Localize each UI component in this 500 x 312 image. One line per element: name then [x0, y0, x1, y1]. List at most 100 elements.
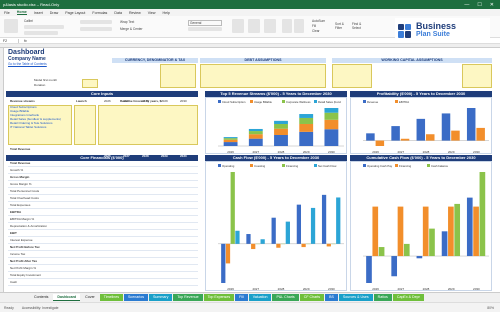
sort-filter-button[interactable]: Sort & Filter [335, 22, 349, 30]
tab-summary[interactable]: Summary [149, 294, 173, 301]
fill-button[interactable]: Fill [312, 24, 316, 28]
clear-button[interactable]: Clear [312, 29, 320, 33]
legend-swatch [363, 100, 366, 103]
menu-view[interactable]: View [148, 11, 156, 15]
row-headers[interactable] [0, 48, 4, 292]
legend-label: Operating [222, 164, 235, 168]
menu-page-layout[interactable]: Page Layout [65, 11, 85, 15]
find-select-button[interactable]: Find & Select [352, 22, 366, 30]
menu-review[interactable]: Review [129, 11, 141, 15]
font-format-buttons[interactable] [24, 25, 64, 29]
close-icon[interactable]: ✕ [490, 2, 494, 8]
tab-p-l-charts[interactable]: P&L Charts [272, 294, 299, 301]
profitability-chart[interactable]: Revenue EBITDA 2026 2027 2028 2029 2030 [350, 97, 492, 154]
number-format-select[interactable]: General [188, 20, 222, 26]
x-tick-label: 2030 [328, 287, 335, 291]
model-dates-inputs[interactable] [82, 79, 98, 88]
bar [223, 139, 238, 143]
bar [422, 206, 429, 257]
forecast-year-header: 2026 [104, 99, 111, 103]
menu-file[interactable]: File [4, 11, 10, 15]
fin-row-divider [8, 194, 198, 195]
autosum-button[interactable]: AutoSum [312, 19, 325, 23]
legend-swatch [218, 100, 221, 103]
legend-swatch [282, 164, 285, 167]
menu-insert[interactable]: Insert [34, 11, 43, 15]
zoom-level[interactable]: 80% [487, 306, 500, 310]
conditional-format-button[interactable] [232, 19, 244, 33]
tab-fill[interactable]: Fill [235, 294, 248, 301]
fin-row-divider [8, 264, 198, 265]
accessibility-status[interactable]: Accessibility: Investigate [22, 306, 59, 310]
bar [299, 123, 314, 132]
tab-top-revenue[interactable]: Top Revenue [173, 294, 203, 301]
core-financials-header: Core Financials ($'000) [6, 155, 198, 161]
font-select[interactable]: Calibri [24, 19, 33, 23]
bar [271, 217, 276, 244]
minimize-icon[interactable]: — [464, 2, 469, 8]
tab-valuation[interactable]: Valuation [248, 294, 272, 301]
bar [223, 138, 238, 140]
insert-cells-button[interactable] [282, 19, 292, 33]
x-tick-label: 2026 [227, 287, 234, 291]
wrap-text-button[interactable]: Wrap Text [120, 20, 134, 24]
x-tick-label: 2027 [397, 287, 404, 291]
tab-cover[interactable]: Cover [81, 294, 99, 301]
menu-data[interactable]: Data [114, 11, 122, 15]
menu-home[interactable]: Home [16, 10, 27, 15]
tab-timelines[interactable]: Timelines [99, 294, 124, 301]
currency-inputs[interactable] [160, 64, 196, 88]
tab-contents[interactable]: Contents [30, 294, 52, 301]
fin-row-divider [8, 243, 198, 244]
maximize-icon[interactable]: ☐ [477, 2, 481, 8]
worksheet[interactable]: Dashboard Company Name Go to the Table o… [0, 48, 500, 292]
bar [248, 128, 263, 132]
cashflow-chart[interactable]: Operating Investing Financing Net Cash Flow… [205, 161, 347, 291]
tab-bs[interactable]: BS [325, 294, 338, 301]
menu-help[interactable]: Help [162, 11, 169, 15]
tab-ratios[interactable]: Ratios [373, 294, 392, 301]
delete-cells-button[interactable] [294, 19, 304, 33]
merge-button[interactable]: Merge & Center [120, 27, 143, 31]
legend-label: Financing [286, 164, 299, 168]
bar [429, 228, 435, 257]
brand-grid-icon [398, 23, 412, 38]
fin-year-header: 2027 [123, 154, 130, 158]
fin-year-header: 2029 [161, 154, 168, 158]
forecast-values-box[interactable] [98, 105, 198, 145]
tab-capex-depr[interactable]: CapEx & Depr [392, 294, 424, 301]
cumulative-chart[interactable]: Operating Cash Pay Financing Cash balance 2… [350, 161, 492, 291]
bar [391, 126, 400, 141]
bar [454, 203, 461, 257]
align-buttons[interactable] [80, 20, 112, 24]
format-table-button[interactable] [248, 19, 260, 33]
border-fill-buttons[interactable] [24, 31, 58, 35]
number-buttons[interactable] [188, 27, 222, 31]
menu-draw[interactable]: Draw [50, 11, 58, 15]
top5-chart[interactable]: Cloud Subscription Usage Billable Corporat… [205, 97, 347, 154]
tab-dashboard[interactable]: Dashboard [53, 294, 81, 301]
wc-inputs-right[interactable] [462, 64, 492, 88]
bar [324, 119, 339, 130]
toc-link[interactable]: Go to the Table of Contents [8, 62, 47, 66]
menu-formulas[interactable]: Formulas [92, 11, 107, 15]
fin-row-divider [8, 166, 198, 167]
tab-cf-charts[interactable]: CF Charts [299, 294, 325, 301]
tab-sources-uses[interactable]: Sources & Uses [338, 294, 373, 301]
paste-button[interactable] [4, 19, 18, 33]
name-box[interactable]: F2 [3, 38, 19, 43]
legend-swatch [363, 164, 366, 167]
debt-inputs[interactable] [200, 64, 326, 88]
fin-row-divider [8, 222, 198, 223]
launch-dates-box[interactable] [74, 105, 96, 145]
tab-scenarios[interactable]: Scenarios [124, 294, 148, 301]
legend-label: Net Cash Flow [318, 164, 337, 168]
bar [397, 206, 404, 257]
cell-styles-button[interactable] [264, 19, 276, 33]
tab-top-expenses[interactable]: Top Expenses [203, 294, 235, 301]
wc-inputs-left[interactable] [332, 64, 372, 88]
align-buttons-2[interactable] [80, 27, 112, 31]
x-tick-label: 2028 [278, 150, 285, 154]
bar [476, 127, 485, 141]
x-tick-label: 2030 [473, 287, 480, 291]
